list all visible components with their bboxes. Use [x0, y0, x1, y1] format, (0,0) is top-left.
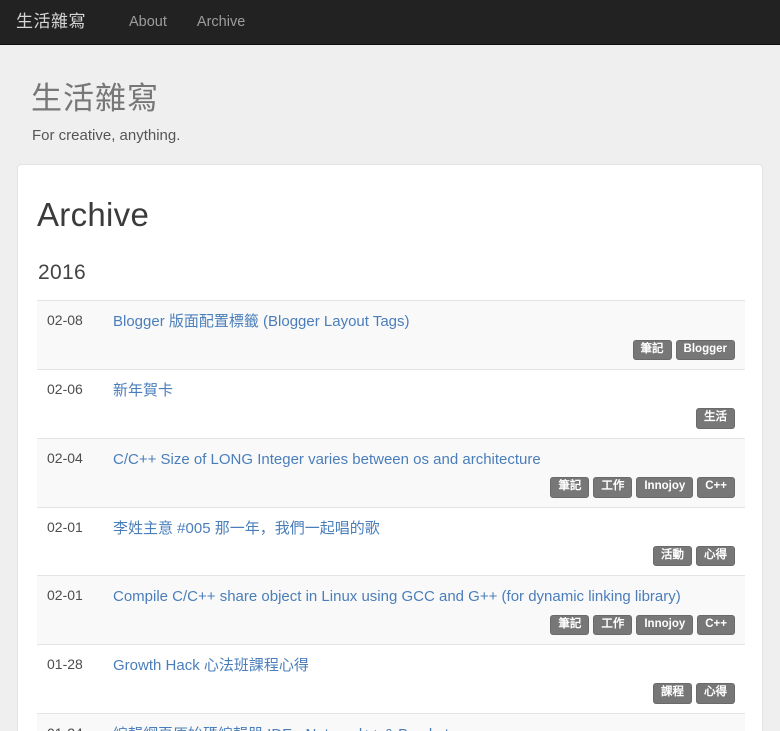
- status-badge[interactable]: 心得: [696, 683, 735, 704]
- status-badge[interactable]: 筆記: [632, 339, 672, 361]
- entry-title-link[interactable]: C/C++ Size of LONG Integer varies betwee…: [113, 450, 541, 470]
- status-badge[interactable]: 筆記: [550, 614, 590, 636]
- entry-tag-list: 課程 心得: [113, 683, 735, 704]
- entry-tag-list: 活動 心得: [113, 545, 735, 567]
- status-badge[interactable]: 心得: [696, 545, 735, 567]
- site-title: 生活雜寫: [31, 81, 159, 116]
- entry-cell: Blogger 版面配置標籤 (Blogger Layout Tags) 筆記 Bl…: [105, 301, 745, 370]
- status-badge[interactable]: 筆記: [550, 477, 590, 498]
- entry-cell: 李姓主意 #005 那一年，我們一起唱的歌活動 心得: [105, 507, 745, 576]
- status-badge[interactable]: 課程: [653, 683, 692, 704]
- table-row: 02-01 Compile C/C++ share object in Linux…: [37, 575, 745, 645]
- site-tagline: For creative, anything.: [32, 127, 181, 145]
- entry-title-link[interactable]: Growth Hack 心法班課程心得: [113, 656, 309, 676]
- entry-tag-list: 筆記 工作 Innojoy C++: [113, 477, 735, 498]
- status-badge[interactable]: Blogger: [675, 339, 735, 361]
- navbar-links: About Archive: [114, 0, 260, 44]
- status-badge[interactable]: 生活: [696, 408, 735, 429]
- entry-title-link[interactable]: 李姓主意 #005 那一年，我們一起唱的歌: [113, 519, 380, 539]
- entry-cell: C/C++ Size of LONG Integer varies betwee…: [105, 438, 745, 507]
- status-badge[interactable]: 工作: [593, 614, 633, 636]
- status-badge[interactable]: Innojoy: [636, 477, 694, 498]
- archive-card: Archive 2016 02-08 Blogger 版面配置標籤 (Blogge…: [17, 164, 763, 731]
- entry-cell: 新年賀卡生活: [105, 370, 745, 439]
- status-badge[interactable]: Innojoy: [636, 614, 694, 636]
- entry-date: 02-01: [47, 587, 83, 604]
- status-badge[interactable]: 工作: [593, 477, 633, 498]
- top-navbar: 生活雜寫 About Archive: [0, 0, 780, 45]
- nav-link-about[interactable]: About: [114, 0, 182, 44]
- entry-tag-list: 筆記 Blogger: [113, 339, 735, 361]
- archive-table: 02-08 Blogger 版面配置標籤 (Blogger Layout Tags…: [37, 300, 745, 731]
- entry-tag-list: 生活: [113, 408, 735, 429]
- table-row: 02-04 C/C++ Size of LONG Integer varies b…: [37, 438, 745, 508]
- status-badge[interactable]: C++: [697, 477, 735, 498]
- entry-date: 02-01: [47, 518, 83, 535]
- entry-title-link[interactable]: Compile C/C++ share object in Linux usin…: [113, 587, 681, 607]
- entry-date: 02-08: [47, 312, 83, 329]
- navbar-brand[interactable]: 生活雜寫: [16, 0, 86, 44]
- status-badge[interactable]: 活動: [653, 545, 692, 567]
- entry-title-link[interactable]: Blogger 版面配置標籤 (Blogger Layout Tags): [113, 312, 410, 332]
- archive-table-body: 02-08 Blogger 版面配置標籤 (Blogger Layout Tags…: [37, 300, 745, 731]
- page-header: 生活雜寫 For creative, anything.: [0, 45, 780, 144]
- page-title: Archive: [37, 196, 150, 234]
- entry-date: 01-24: [37, 713, 105, 731]
- entry-date: 02-04: [47, 449, 83, 466]
- entry-date: 01-28: [47, 656, 83, 673]
- table-row: 02-01 李姓主意 #005 那一年，我們一起唱的歌活動 心得: [37, 507, 745, 576]
- entry-cell: Compile C/C++ share object in Linux usin…: [105, 576, 745, 645]
- table-row: 01-28 Growth Hack 心法班課程心得課程 心得: [37, 644, 745, 714]
- entry-title-link[interactable]: 新年賀卡: [113, 381, 173, 401]
- table-row: 01-24編輯網頁原始碼編輯器 IDE - Notepad++ & Bracke…: [37, 713, 745, 731]
- table-row: 02-06 新年賀卡生活: [37, 369, 745, 439]
- entry-cell: Growth Hack 心法班課程心得課程 心得: [105, 645, 745, 714]
- entry-date: 02-06: [47, 381, 83, 398]
- table-row: 02-08 Blogger 版面配置標籤 (Blogger Layout Tags…: [37, 300, 745, 370]
- entry-title-link[interactable]: 編輯網頁原始碼編輯器 IDE - Notepad++ & Brackets: [113, 725, 456, 731]
- entry-tag-list: 筆記 工作 Innojoy C++: [113, 614, 735, 636]
- status-badge[interactable]: C++: [697, 614, 735, 636]
- year-heading: 2016: [38, 261, 86, 285]
- nav-link-archive[interactable]: Archive: [182, 0, 260, 44]
- entry-cell: 編輯網頁原始碼編輯器 IDE - Notepad++ & Brackets網站筆…: [105, 713, 745, 731]
